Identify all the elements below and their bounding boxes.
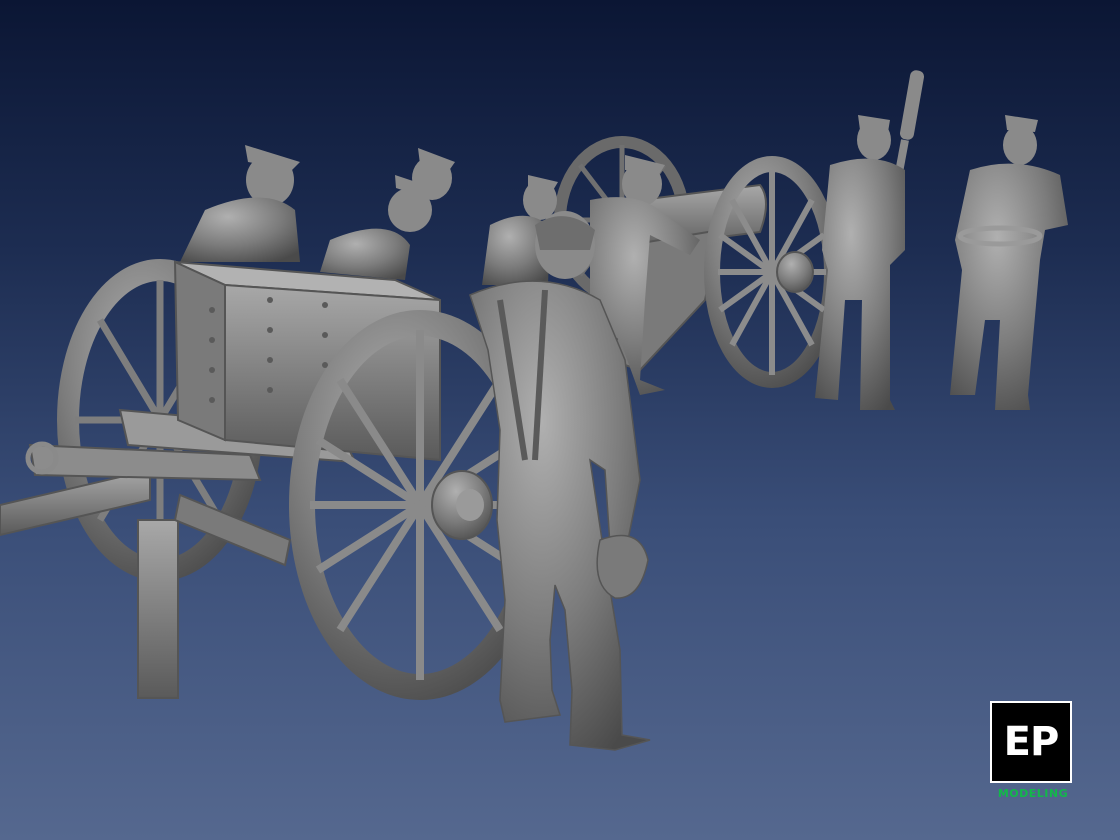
miniature-scene [0,70,1068,751]
soldier-crouching-loader [320,148,455,280]
ep-logo: EP [990,701,1072,783]
cannon-front-wheel [704,156,840,388]
logo-subtitle: MODELING [997,787,1069,800]
limber-cart [0,259,551,700]
logo-letters: EP [1003,719,1060,765]
soldier-left-seated [180,145,300,262]
soldier-far-right [950,115,1068,410]
hat-in-hand [596,534,649,599]
render-stage: EP MODELING [0,0,1120,840]
soldier-with-rammer [815,70,925,410]
